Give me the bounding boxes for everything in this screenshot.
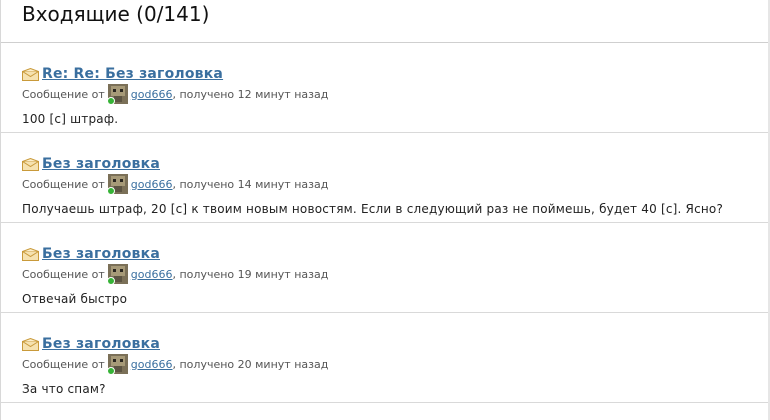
message-subject-row: Без заголовка — [22, 335, 770, 353]
from-prefix: Сообщение от — [22, 267, 105, 281]
message-meta: Сообщение от god666 , получено 20 минут … — [22, 354, 770, 375]
from-prefix: Сообщение от — [22, 357, 105, 371]
author-link[interactable]: god666 — [131, 178, 173, 191]
message-subject-link[interactable]: Без заголовка — [42, 246, 160, 262]
avatar[interactable] — [106, 174, 128, 195]
message-body: 100 [с] штраф. — [22, 112, 119, 126]
envelope-icon — [22, 247, 39, 261]
message-body: Получаешь штраф, 20 [с] к твоим новым но… — [22, 202, 724, 216]
avatar[interactable] — [106, 354, 128, 375]
online-status-dot — [106, 367, 115, 375]
envelope-icon — [22, 67, 39, 81]
message-body: За что спам? — [22, 382, 106, 396]
author-link[interactable]: god666 — [131, 358, 173, 371]
inbox-header: Входящие (0/141) — [1, 0, 770, 43]
received-time: , получено 19 минут назад — [172, 267, 329, 281]
message-subject-row: Без заголовка — [22, 245, 770, 263]
inbox-page: Входящие (0/141) Re: Re: Без заголовка С… — [0, 0, 770, 420]
message-item: Без заголовка Сообщение от god666 , полу… — [1, 223, 770, 313]
avatar[interactable] — [106, 84, 128, 105]
from-prefix: Сообщение от — [22, 87, 105, 101]
author-link[interactable]: god666 — [131, 268, 173, 281]
message-item: Re: Re: Без заголовка Сообщение от god66… — [1, 43, 770, 133]
message-body: Отвечай быстро — [22, 292, 128, 306]
message-meta: Сообщение от god666 , получено 14 минут … — [22, 174, 770, 195]
envelope-icon — [22, 157, 39, 171]
message-subject-link[interactable]: Re: Re: Без заголовка — [42, 66, 223, 82]
message-subject-row: Re: Re: Без заголовка — [22, 65, 770, 83]
online-status-dot — [106, 187, 115, 195]
envelope-icon — [22, 337, 39, 351]
online-status-dot — [106, 277, 115, 285]
message-subject-link[interactable]: Без заголовка — [42, 336, 160, 352]
message-list: Re: Re: Без заголовка Сообщение от god66… — [1, 43, 770, 403]
message-item: Без заголовка Сообщение от god666 , полу… — [1, 313, 770, 403]
message-item: Без заголовка Сообщение от god666 , полу… — [1, 133, 770, 223]
page-title: Входящие (0/141) — [22, 2, 210, 26]
received-time: , получено 20 минут назад — [172, 357, 329, 371]
message-subject-row: Без заголовка — [22, 155, 770, 173]
from-prefix: Сообщение от — [22, 177, 105, 191]
received-time: , получено 14 минут назад — [172, 177, 329, 191]
message-meta: Сообщение от god666 , получено 12 минут … — [22, 84, 770, 105]
author-link[interactable]: god666 — [131, 88, 173, 101]
avatar[interactable] — [106, 264, 128, 285]
message-subject-link[interactable]: Без заголовка — [42, 156, 160, 172]
online-status-dot — [106, 97, 115, 105]
received-time: , получено 12 минут назад — [172, 87, 329, 101]
message-meta: Сообщение от god666 , получено 19 минут … — [22, 264, 770, 285]
